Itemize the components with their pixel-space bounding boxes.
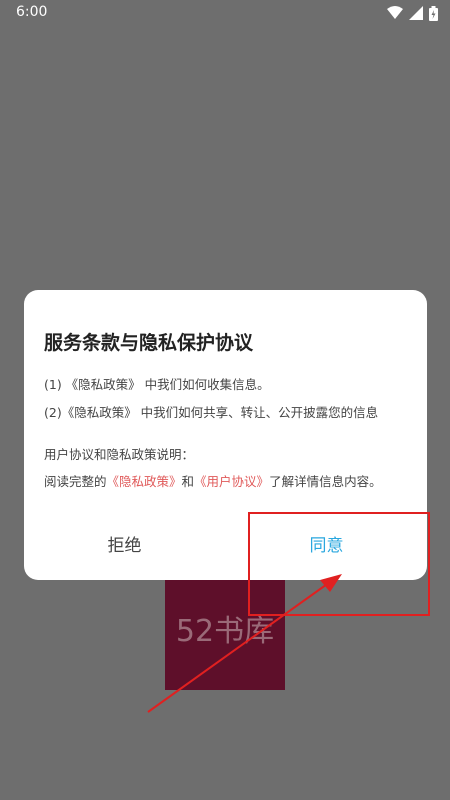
dialog-line-share: (2)《隐私政策》 中我们如何共享、转让、公开披露您的信息 [44,405,379,420]
reject-button[interactable]: 拒绝 [24,518,225,568]
privacy-policy-link[interactable]: 《隐私政策》 [107,474,182,489]
dialog-title: 服务条款与隐私保护协议 [44,332,254,354]
dialog-line-explanation: 用户协议和隐私政策说明： [44,447,195,462]
wifi-icon [387,6,403,19]
status-icons [387,5,438,21]
signal-icon [409,6,423,20]
read-suffix: 了解详情信息内容。 [269,474,382,489]
battery-icon [429,5,438,21]
status-bar: 6:00 [0,0,450,26]
read-and: 和 [181,474,195,489]
dialog-line-collect: (1) 《隐私政策》 中我们如何收集信息。 [44,377,270,392]
status-time: 6:00 [16,4,48,20]
highlight-box [248,512,430,616]
dialog-line-read: 阅读完整的《隐私政策》和《用户协议》了解详情信息内容。 [44,471,382,490]
user-agreement-link[interactable]: 《用户协议》 [194,474,269,489]
read-prefix: 阅读完整的 [44,474,107,489]
